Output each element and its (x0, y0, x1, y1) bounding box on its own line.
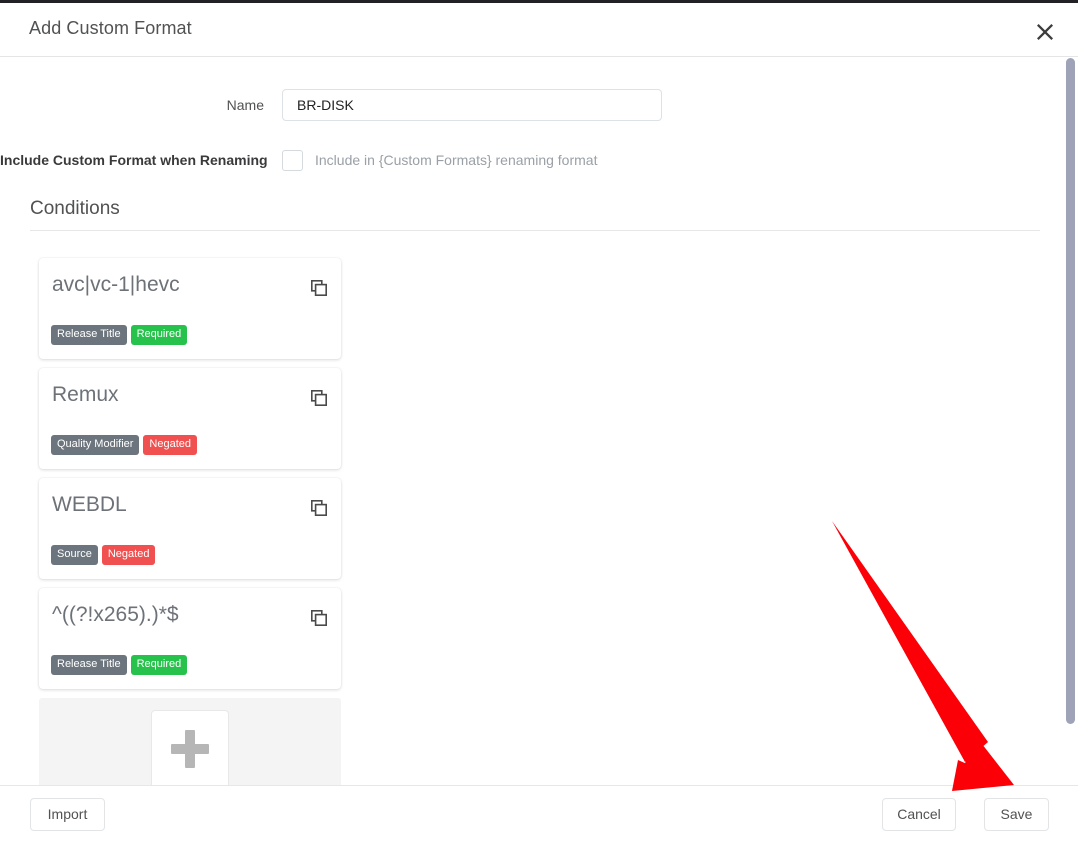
save-button[interactable]: Save (984, 798, 1049, 831)
add-custom-format-modal: Add Custom Format Name Include Custom Fo… (0, 0, 1078, 842)
cancel-button[interactable]: Cancel (882, 798, 956, 831)
add-condition-card[interactable] (39, 698, 341, 785)
condition-card[interactable]: WEBDL Source Negated (39, 478, 341, 579)
modal-body: Name Include Custom Format when Renaming… (0, 58, 1078, 785)
condition-kind-badge: Quality Modifier (51, 435, 140, 455)
condition-card[interactable]: avc|vc-1|hevc Release Title Required (39, 258, 341, 359)
condition-state-badge: Negated (101, 545, 156, 565)
copy-icon[interactable] (311, 610, 327, 626)
conditions-list: avc|vc-1|hevc Release Title Required Rem… (39, 258, 341, 785)
form-row-name: Name (0, 89, 1060, 121)
condition-kind-badge: Release Title (51, 325, 127, 345)
close-button[interactable] (1029, 15, 1061, 47)
name-input[interactable] (282, 89, 662, 121)
scrollbar-track[interactable] (1063, 58, 1078, 785)
condition-name: WEBDL (52, 493, 127, 516)
add-condition-button[interactable] (151, 709, 229, 785)
modal-header: Add Custom Format (0, 3, 1078, 57)
conditions-section-header: Conditions (30, 198, 1040, 231)
condition-state-badge: Negated (143, 435, 198, 455)
modal-footer: Import Cancel Save (0, 785, 1078, 842)
condition-state-badge: Required (130, 325, 188, 345)
condition-name: avc|vc-1|hevc (52, 273, 180, 296)
name-label: Name (226, 97, 264, 113)
import-button[interactable]: Import (30, 798, 105, 831)
copy-icon[interactable] (311, 280, 327, 296)
section-divider (30, 230, 1040, 231)
condition-badges: Release Title Required (51, 325, 188, 345)
condition-kind-badge: Source (51, 545, 98, 565)
include-label: Include Custom Format when Renaming (0, 152, 268, 168)
condition-badges: Release Title Required (51, 655, 188, 675)
include-checkbox[interactable] (282, 149, 303, 171)
condition-badges: Quality Modifier Negated (51, 435, 198, 455)
include-checkbox-wrap: Include in {Custom Formats} renaming for… (282, 144, 597, 176)
copy-icon[interactable] (311, 390, 327, 406)
scrollbar-thumb[interactable] (1066, 58, 1075, 724)
condition-card[interactable]: ^((?!x265).)*$ Release Title Required (39, 588, 341, 689)
condition-kind-badge: Release Title (51, 655, 127, 675)
condition-badges: Source Negated (51, 545, 156, 565)
close-icon (1036, 22, 1054, 40)
condition-state-badge: Required (130, 655, 188, 675)
include-checkbox-label: Include in {Custom Formats} renaming for… (315, 152, 598, 168)
page-title: Add Custom Format (29, 18, 192, 38)
form-row-include: Include Custom Format when Renaming Incl… (0, 144, 1060, 176)
conditions-title: Conditions (30, 198, 120, 219)
copy-icon[interactable] (311, 500, 327, 516)
condition-card[interactable]: Remux Quality Modifier Negated (39, 368, 341, 469)
plus-icon (171, 729, 209, 768)
condition-name: ^((?!x265).)*$ (52, 603, 179, 626)
condition-name: Remux (52, 383, 119, 406)
